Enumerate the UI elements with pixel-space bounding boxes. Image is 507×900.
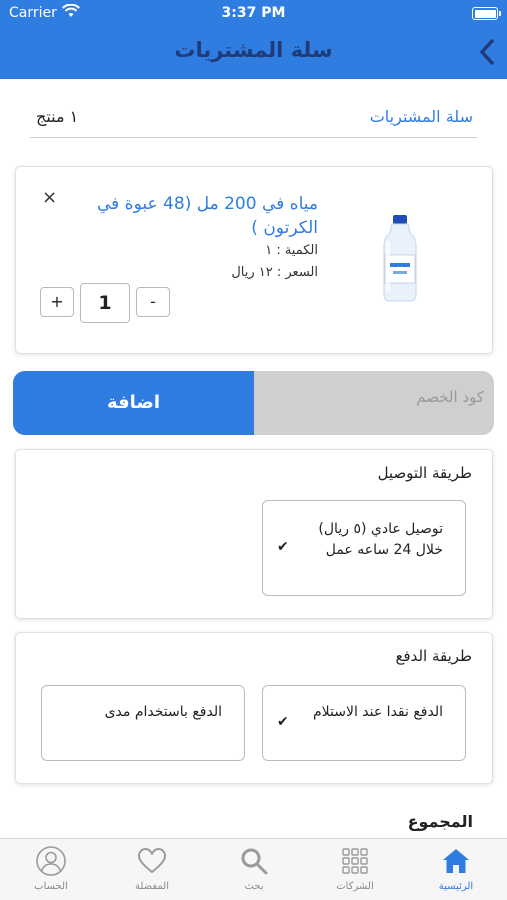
product-price: السعر : ١٢ ريال <box>231 265 318 280</box>
tab-label: المفضلة <box>134 881 169 892</box>
payment-option-mada[interactable]: الدفع باستخدام مدى <box>41 685 245 761</box>
status-bar: Carrier 3:37 PM <box>0 0 507 28</box>
tab-label: بحث <box>244 881 264 892</box>
payment-title: طريقة الدفع <box>395 647 472 665</box>
payment-method-card: طريقة الدفع الدفع نقدا عند الاستلام ✔ ال… <box>15 632 493 784</box>
tab-home[interactable]: الرئيسية <box>406 845 506 897</box>
tab-label: الرئيسية <box>438 881 474 892</box>
payment-option-cash[interactable]: الدفع نقدا عند الاستلام ✔ <box>262 685 466 761</box>
tab-favorites[interactable]: المفضلة <box>102 845 202 897</box>
remove-item-icon[interactable]: × <box>42 187 57 208</box>
page-title: سلة المشتريات <box>174 38 333 62</box>
quantity-value[interactable]: 1 <box>80 283 130 323</box>
navigation-bar: Carrier 3:37 PM سلة المشتريات <box>0 0 507 79</box>
coupon-input[interactable]: كود الخصم <box>254 371 494 435</box>
grid-icon <box>342 848 368 874</box>
back-arrow-icon[interactable] <box>477 38 497 66</box>
delivery-option-label: توصيل عادي (٥ ريال) خلال 24 ساعه عمل <box>318 521 443 558</box>
payment-option-label: الدفع نقدا عند الاستلام <box>313 704 443 720</box>
tab-label: الشركات <box>336 881 374 892</box>
clock: 3:37 PM <box>221 5 286 21</box>
user-icon <box>36 846 66 876</box>
tab-bar: الرئيسية الشركات بحث المفضلة الحساب <box>0 838 507 900</box>
tab-companies[interactable]: الشركات <box>305 845 405 897</box>
apply-coupon-button[interactable]: اضافة <box>13 371 254 435</box>
water-bottle-image <box>383 215 417 302</box>
home-icon <box>443 849 469 873</box>
cart-item-card: × مياه في 200 مل (48 عبوة في الكرتون ) ا… <box>15 166 493 354</box>
cart-summary: سلة المشتريات ١ منتج <box>30 96 477 138</box>
heart-icon <box>137 847 167 874</box>
tab-search[interactable]: بحث <box>204 845 304 897</box>
check-icon: ✔ <box>277 714 289 730</box>
total-label: المجموع <box>407 812 473 831</box>
cart-label: سلة المشتريات <box>369 107 473 126</box>
check-icon: ✔ <box>277 539 289 555</box>
product-name[interactable]: مياه في 200 مل (48 عبوة في الكرتون ) <box>68 192 318 240</box>
battery-icon <box>472 7 501 20</box>
delivery-title: طريقة التوصيل <box>377 464 472 482</box>
tab-account[interactable]: الحساب <box>1 845 101 897</box>
payment-option-label: الدفع باستخدام مدى <box>104 704 222 720</box>
tab-label: الحساب <box>34 881 68 892</box>
coupon-bar: اضافة كود الخصم <box>13 371 494 435</box>
quantity-decrease-button[interactable]: - <box>136 287 170 317</box>
search-icon <box>241 848 268 875</box>
quantity-increase-button[interactable]: + <box>40 287 74 317</box>
delivery-option-standard[interactable]: توصيل عادي (٥ ريال) خلال 24 ساعه عمل ✔ <box>262 500 466 596</box>
product-count: ١ منتج <box>36 107 79 126</box>
delivery-method-card: طريقة التوصيل توصيل عادي (٥ ريال) خلال 2… <box>15 449 493 619</box>
product-quantity: الكمية : ١ <box>265 243 318 258</box>
